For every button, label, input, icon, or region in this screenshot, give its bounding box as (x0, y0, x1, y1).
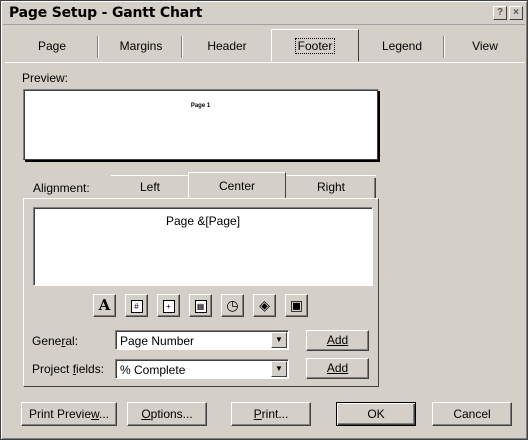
help-icon[interactable]: ? (493, 6, 507, 20)
cancel-label: Cancel (453, 407, 491, 421)
preview-box: Page 1 (23, 89, 378, 160)
tab-footer-label: Footer (294, 38, 336, 54)
print-button[interactable]: Print... (231, 402, 311, 426)
font-icon: A (98, 296, 111, 314)
chevron-down-icon[interactable]: ▼ (271, 332, 287, 348)
preview-content: Page 1 (190, 103, 211, 109)
cancel-button[interactable]: Cancel (432, 402, 512, 426)
close-icon[interactable]: × (509, 6, 523, 20)
chevron-down-icon[interactable]: ▼ (271, 361, 287, 377)
footer-text-field[interactable]: Page &[Page] (33, 207, 373, 286)
page-setup-dialog: Page Setup - Gantt Chart ? × Page Margin… (0, 0, 528, 440)
total-pages-button[interactable]: + (157, 294, 180, 317)
alignment-tab-right-label: Right (316, 180, 345, 194)
alignment-tab-center-label: Center (218, 179, 256, 193)
page-number-icon: # (130, 300, 143, 313)
general-select[interactable]: Page Number ▼ (115, 330, 289, 350)
file-name-button[interactable]: ◈ (253, 294, 276, 317)
alignment-label: Alignment: (33, 181, 90, 195)
file-name-icon: ◈ (259, 297, 270, 313)
options-button[interactable]: Options... (127, 402, 207, 426)
print-preview-button[interactable]: Print Preview... (21, 402, 117, 426)
alignment-tab-left[interactable]: Left (111, 175, 189, 199)
page-number-button[interactable]: # (125, 294, 148, 317)
tab-header-label: Header (207, 39, 247, 53)
window-title: Page Setup - Gantt Chart (9, 5, 203, 21)
tab-margins-label: Margins (119, 39, 163, 53)
picture-button[interactable]: ▣ (285, 294, 308, 317)
date-button[interactable]: ▦ (189, 294, 212, 317)
project-fields-add-label: Add (326, 361, 349, 375)
general-add-button[interactable]: Add (306, 330, 369, 351)
time-button[interactable]: ◷ (221, 294, 244, 317)
tab-header[interactable]: Header (183, 32, 271, 62)
general-select-value: Page Number (120, 334, 195, 348)
project-fields-select[interactable]: % Complete ▼ (115, 359, 289, 379)
total-pages-icon: + (162, 300, 175, 313)
tab-legend-label: Legend (381, 39, 423, 53)
tab-footer[interactable]: Footer (271, 29, 359, 62)
preview-label: Preview: (22, 71, 69, 85)
tab-legend[interactable]: Legend (359, 32, 445, 62)
tab-view-label: View (472, 39, 498, 53)
title-bar: Page Setup - Gantt Chart ? × (3, 3, 525, 25)
footer-text: Page &[Page] (165, 214, 241, 228)
tab-strip: Page Margins Header Footer Legend View (5, 29, 525, 62)
alignment-tab-right[interactable]: Right (286, 175, 376, 199)
tab-page[interactable]: Page (5, 32, 99, 62)
font-button[interactable]: A (93, 294, 116, 317)
time-icon: ◷ (226, 297, 239, 313)
ok-label: OK (367, 407, 385, 421)
alignment-tab-center[interactable]: Center (188, 172, 286, 199)
general-add-label: Add (326, 333, 349, 347)
date-icon: ▦ (194, 300, 207, 313)
ok-button[interactable]: OK (336, 402, 416, 426)
tab-margins[interactable]: Margins (99, 32, 183, 62)
project-fields-label: Project fields: (32, 362, 105, 376)
tab-view[interactable]: View (445, 32, 525, 62)
alignment-tab-left-label: Left (139, 180, 160, 194)
tab-page-label: Page (37, 39, 67, 53)
picture-icon: ▣ (289, 297, 304, 313)
project-fields-select-value: % Complete (120, 363, 186, 377)
general-label: General: (32, 334, 79, 348)
project-fields-add-button[interactable]: Add (306, 358, 369, 379)
